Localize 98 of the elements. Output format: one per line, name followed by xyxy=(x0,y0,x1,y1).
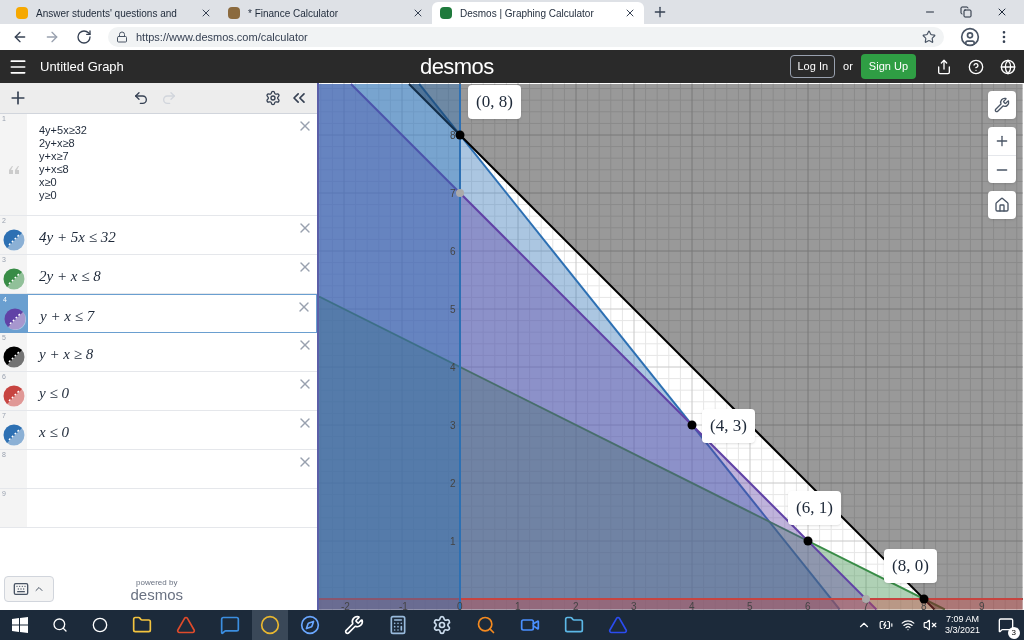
clock-date: 3/3/2021 xyxy=(944,625,980,636)
graph-title[interactable]: Untitled Graph xyxy=(40,56,420,77)
plus-icon[interactable] xyxy=(994,133,1010,149)
close-icon[interactable] xyxy=(996,6,1008,18)
home-button[interactable] xyxy=(988,191,1016,219)
volume-icon[interactable] xyxy=(922,618,937,632)
axis-tick-label: 4 xyxy=(689,601,695,610)
powered-by-text: powered by xyxy=(136,579,178,587)
favicon-icon xyxy=(16,7,28,19)
math-expression[interactable]: x ≤ 0 xyxy=(27,411,69,444)
axis-tick-label: 3 xyxy=(450,420,456,431)
axis-tick-label: 7 xyxy=(450,188,456,199)
globe-icon[interactable] xyxy=(1000,58,1016,75)
color-swatch-icon[interactable] xyxy=(2,424,25,446)
axis-tick-label: 5 xyxy=(450,304,456,315)
axis-tick-label: 9 xyxy=(979,601,985,610)
app-icon[interactable] xyxy=(176,615,196,635)
close-icon[interactable] xyxy=(412,7,424,19)
calculator-icon[interactable] xyxy=(388,615,408,635)
browser-tab[interactable]: Desmos | Graphing Calculator xyxy=(432,2,644,24)
desmos-logo: desmos xyxy=(420,53,494,81)
axis-tick-label: -2 xyxy=(341,601,350,610)
favicon-icon xyxy=(440,7,452,19)
close-icon[interactable] xyxy=(200,7,212,19)
intersection-point[interactable] xyxy=(687,420,697,430)
axis-tick-label: 1 xyxy=(450,536,456,547)
axis-tick-label: 2 xyxy=(450,478,456,489)
color-swatch-icon[interactable] xyxy=(2,268,25,290)
browser-tab[interactable]: Answer students' questions and xyxy=(8,2,220,24)
color-swatch-icon[interactable] xyxy=(2,346,25,368)
back-icon[interactable] xyxy=(12,29,28,45)
favicon-icon xyxy=(228,7,240,19)
intersection-point[interactable] xyxy=(803,536,813,546)
keyboard-button[interactable] xyxy=(4,576,54,602)
axis-tick-label: 2 xyxy=(573,601,579,610)
tab-title: * Finance Calculator xyxy=(248,6,340,21)
login-button[interactable]: Log In xyxy=(790,55,836,78)
axis-tick-label: 4 xyxy=(450,362,456,373)
point-label: (6, 1) xyxy=(788,491,841,525)
undo-icon[interactable] xyxy=(133,90,149,106)
point-label: (4, 3) xyxy=(702,409,755,443)
wifi-icon[interactable] xyxy=(900,618,915,632)
battery-icon[interactable] xyxy=(878,618,893,632)
tab-title: Answer students' questions and xyxy=(36,6,178,21)
new-tab-icon[interactable] xyxy=(652,4,668,20)
axis-tick-label: 1 xyxy=(515,601,521,610)
desmos-logo: desmos xyxy=(130,587,183,602)
math-expression[interactable]: 2y + x ≤ 8 xyxy=(27,255,101,288)
settings-icon[interactable] xyxy=(265,90,281,106)
profile-icon[interactable] xyxy=(960,27,980,47)
color-swatch-icon[interactable] xyxy=(2,229,25,251)
intersection-point[interactable] xyxy=(919,594,929,604)
quote-icon xyxy=(8,165,19,174)
clock-time: 7:09 AM xyxy=(945,614,979,625)
search-icon[interactable] xyxy=(52,617,68,633)
gear-icon[interactable] xyxy=(432,615,452,635)
color-swatch-icon[interactable] xyxy=(2,385,25,407)
axis-tick-label: 3 xyxy=(631,601,637,610)
axis-tick-label: -1 xyxy=(399,601,408,610)
axis-tick-label: 0 xyxy=(457,601,463,610)
math-expression[interactable]: y ≤ 0 xyxy=(27,372,69,405)
point-label: (0, 8) xyxy=(468,85,521,119)
axis-tick-label: 6 xyxy=(805,601,811,610)
address-bar[interactable]: https://www.desmos.com/calculator xyxy=(108,27,944,47)
magnifier-icon[interactable] xyxy=(476,615,496,635)
folder-icon[interactable] xyxy=(132,615,152,635)
settings-button[interactable] xyxy=(988,91,1016,119)
or-text: or xyxy=(843,59,853,75)
math-expression[interactable]: 4y + 5x ≤ 32 xyxy=(27,216,116,249)
notification-icon[interactable] xyxy=(998,617,1014,633)
keyboard-icon xyxy=(13,581,29,597)
restore-icon[interactable] xyxy=(960,6,972,18)
star-icon[interactable] xyxy=(922,30,936,44)
close-icon[interactable] xyxy=(624,7,636,19)
reload-icon[interactable] xyxy=(76,29,92,45)
intersection-point[interactable] xyxy=(455,130,465,140)
lock-icon xyxy=(116,31,128,43)
home-icon[interactable] xyxy=(994,197,1010,213)
note-text[interactable]: 4y+5x≥32 2y+x≥8 y+x≥7 y+x≤8 x≥0 y≥0 xyxy=(27,114,87,202)
cortana-icon[interactable] xyxy=(92,617,108,633)
color-swatch-icon[interactable] xyxy=(3,307,26,330)
compass-icon[interactable] xyxy=(300,615,320,635)
axis-tick-label: 5 xyxy=(747,601,753,610)
math-expression[interactable]: y + x ≤ 7 xyxy=(28,295,95,328)
axis-tick-label: 7 xyxy=(863,601,869,610)
start-icon[interactable] xyxy=(12,617,28,633)
point-label: (8, 0) xyxy=(884,549,937,583)
browser-tab[interactable]: * Finance Calculator xyxy=(220,2,432,24)
url-text: https://www.desmos.com/calculator xyxy=(136,29,308,45)
tab-title: Desmos | Graphing Calculator xyxy=(460,6,595,21)
wrench-icon[interactable] xyxy=(994,97,1010,113)
share-icon[interactable] xyxy=(936,58,952,75)
math-expression[interactable]: y + x ≥ 8 xyxy=(27,333,94,366)
notification-badge: 3 xyxy=(1007,627,1020,639)
tool-icon[interactable] xyxy=(344,615,364,635)
help-icon[interactable] xyxy=(968,58,984,75)
axis-tick-label: 8 xyxy=(450,130,456,141)
axis-tick-label: 6 xyxy=(450,246,456,257)
